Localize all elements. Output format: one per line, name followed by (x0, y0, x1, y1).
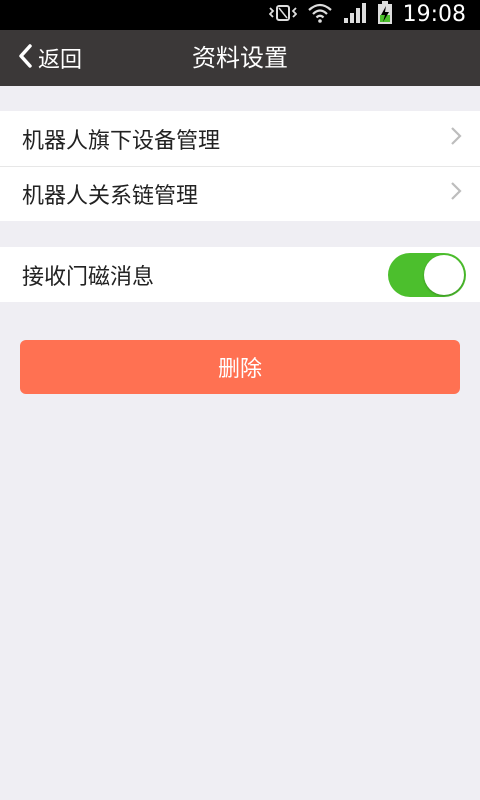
status-icons: 19:08 (268, 0, 466, 30)
back-button[interactable]: 返回 (18, 30, 82, 86)
signal-icon (343, 2, 367, 28)
chevron-right-icon (450, 181, 462, 207)
wifi-icon (307, 2, 333, 28)
status-time: 19:08 (402, 2, 466, 27)
menu-group: 机器人旗下设备管理 机器人关系链管理 (0, 111, 480, 221)
back-label: 返回 (38, 48, 83, 73)
vibrate-icon (268, 3, 297, 27)
toggle-knob (424, 254, 464, 295)
status-bar: 19:08 (0, 0, 480, 30)
menu-item-label: 机器人旗下设备管理 (22, 128, 221, 154)
menu-item-label: 机器人关系链管理 (22, 184, 199, 209)
settings-group: 接收门磁消息 (0, 247, 480, 302)
door-sensor-label: 接收门磁消息 (22, 264, 155, 290)
menu-item-device-management[interactable]: 机器人旗下设备管理 (0, 111, 480, 166)
chevron-right-icon (450, 126, 462, 152)
menu-item-relation-chain-management[interactable]: 机器人关系链管理 (0, 166, 480, 221)
door-sensor-row: 接收门磁消息 (0, 247, 480, 302)
chevron-left-icon (18, 44, 32, 72)
battery-charging-icon (377, 1, 393, 29)
delete-button[interactable]: 删除 (20, 340, 460, 394)
nav-bar: 返回 资料设置 (0, 30, 480, 86)
door-sensor-toggle[interactable] (388, 252, 466, 297)
